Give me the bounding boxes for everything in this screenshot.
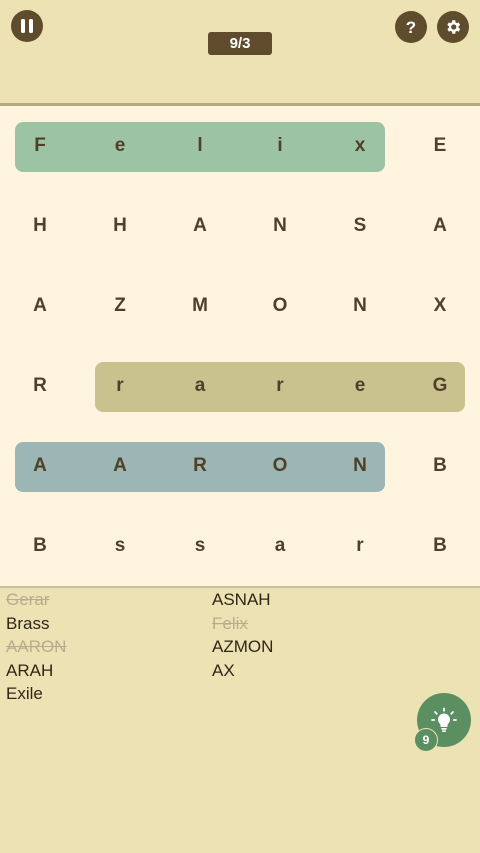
grid-cell[interactable]: H — [0, 186, 80, 266]
grid-cell[interactable]: X — [400, 266, 480, 346]
grid-cell[interactable]: i — [240, 106, 320, 186]
help-button[interactable]: ? — [395, 11, 427, 43]
lightbulb-icon — [431, 707, 457, 732]
grid-cell[interactable]: O — [240, 426, 320, 506]
top-bar: 9/3 ? — [0, 0, 480, 103]
grid-cell[interactable]: Z — [80, 266, 160, 346]
grid-cell[interactable]: a — [160, 346, 240, 426]
grid-cell[interactable]: e — [80, 106, 160, 186]
grid-cell[interactable]: a — [240, 506, 320, 586]
grid-cell[interactable]: s — [80, 506, 160, 586]
grid-cell[interactable]: r — [240, 346, 320, 426]
grid-cell[interactable]: E — [400, 106, 480, 186]
grid-cell[interactable]: M — [160, 266, 240, 346]
grid-cell[interactable]: B — [0, 506, 80, 586]
progress-counter: 9/3 — [208, 32, 272, 55]
target-word: Exile — [6, 684, 43, 703]
help-icon: ? — [405, 17, 417, 37]
grid-cell[interactable]: A — [0, 426, 80, 506]
pause-button[interactable] — [11, 10, 43, 42]
target-word: ARAH — [6, 660, 54, 680]
grid-cell[interactable]: R — [0, 346, 80, 426]
grid-cell[interactable]: l — [160, 106, 240, 186]
hint-count-badge: 9 — [414, 728, 438, 752]
target-word: Brass — [6, 613, 50, 633]
grid-cell[interactable]: N — [320, 426, 400, 506]
grid-cell[interactable]: B — [400, 426, 480, 506]
grid-cell[interactable]: e — [320, 346, 400, 426]
grid-cell[interactable]: r — [320, 506, 400, 586]
target-word: ASNAH — [212, 590, 271, 609]
word-list: Gerar Brass AARON ARAH Exile ASNAH Felix AZMON A… — [0, 588, 480, 853]
grid-cell[interactable]: B — [400, 506, 480, 586]
grid-cell[interactable]: A — [0, 266, 80, 346]
grid-cell[interactable]: G — [400, 346, 480, 426]
grid-cell[interactable]: F — [0, 106, 80, 186]
target-word: Felix — [212, 613, 248, 633]
grid-cell[interactable]: s — [160, 506, 240, 586]
grid-cell[interactable]: R — [160, 426, 240, 506]
grid-cell[interactable]: r — [80, 346, 160, 426]
grid-cell[interactable]: H — [80, 186, 160, 266]
grid-cell[interactable]: O — [240, 266, 320, 346]
target-word: AX — [212, 660, 235, 680]
letter-grid[interactable]: FelixEHHANSAAZMONXRrareGAARONBBssarB — [0, 106, 480, 586]
settings-button[interactable] — [437, 11, 469, 43]
grid-cell[interactable]: S — [320, 186, 400, 266]
gear-icon — [447, 20, 461, 34]
target-word: Gerar — [6, 590, 50, 609]
pause-icon — [21, 19, 33, 33]
target-word: AARON — [6, 637, 67, 656]
grid-cell[interactable]: A — [400, 186, 480, 266]
grid-cell[interactable]: N — [240, 186, 320, 266]
grid-cell[interactable]: A — [80, 426, 160, 506]
target-word: AZMON — [212, 637, 274, 656]
grid-cell[interactable]: N — [320, 266, 400, 346]
grid-cell[interactable]: x — [320, 106, 400, 186]
grid-cell[interactable]: A — [160, 186, 240, 266]
